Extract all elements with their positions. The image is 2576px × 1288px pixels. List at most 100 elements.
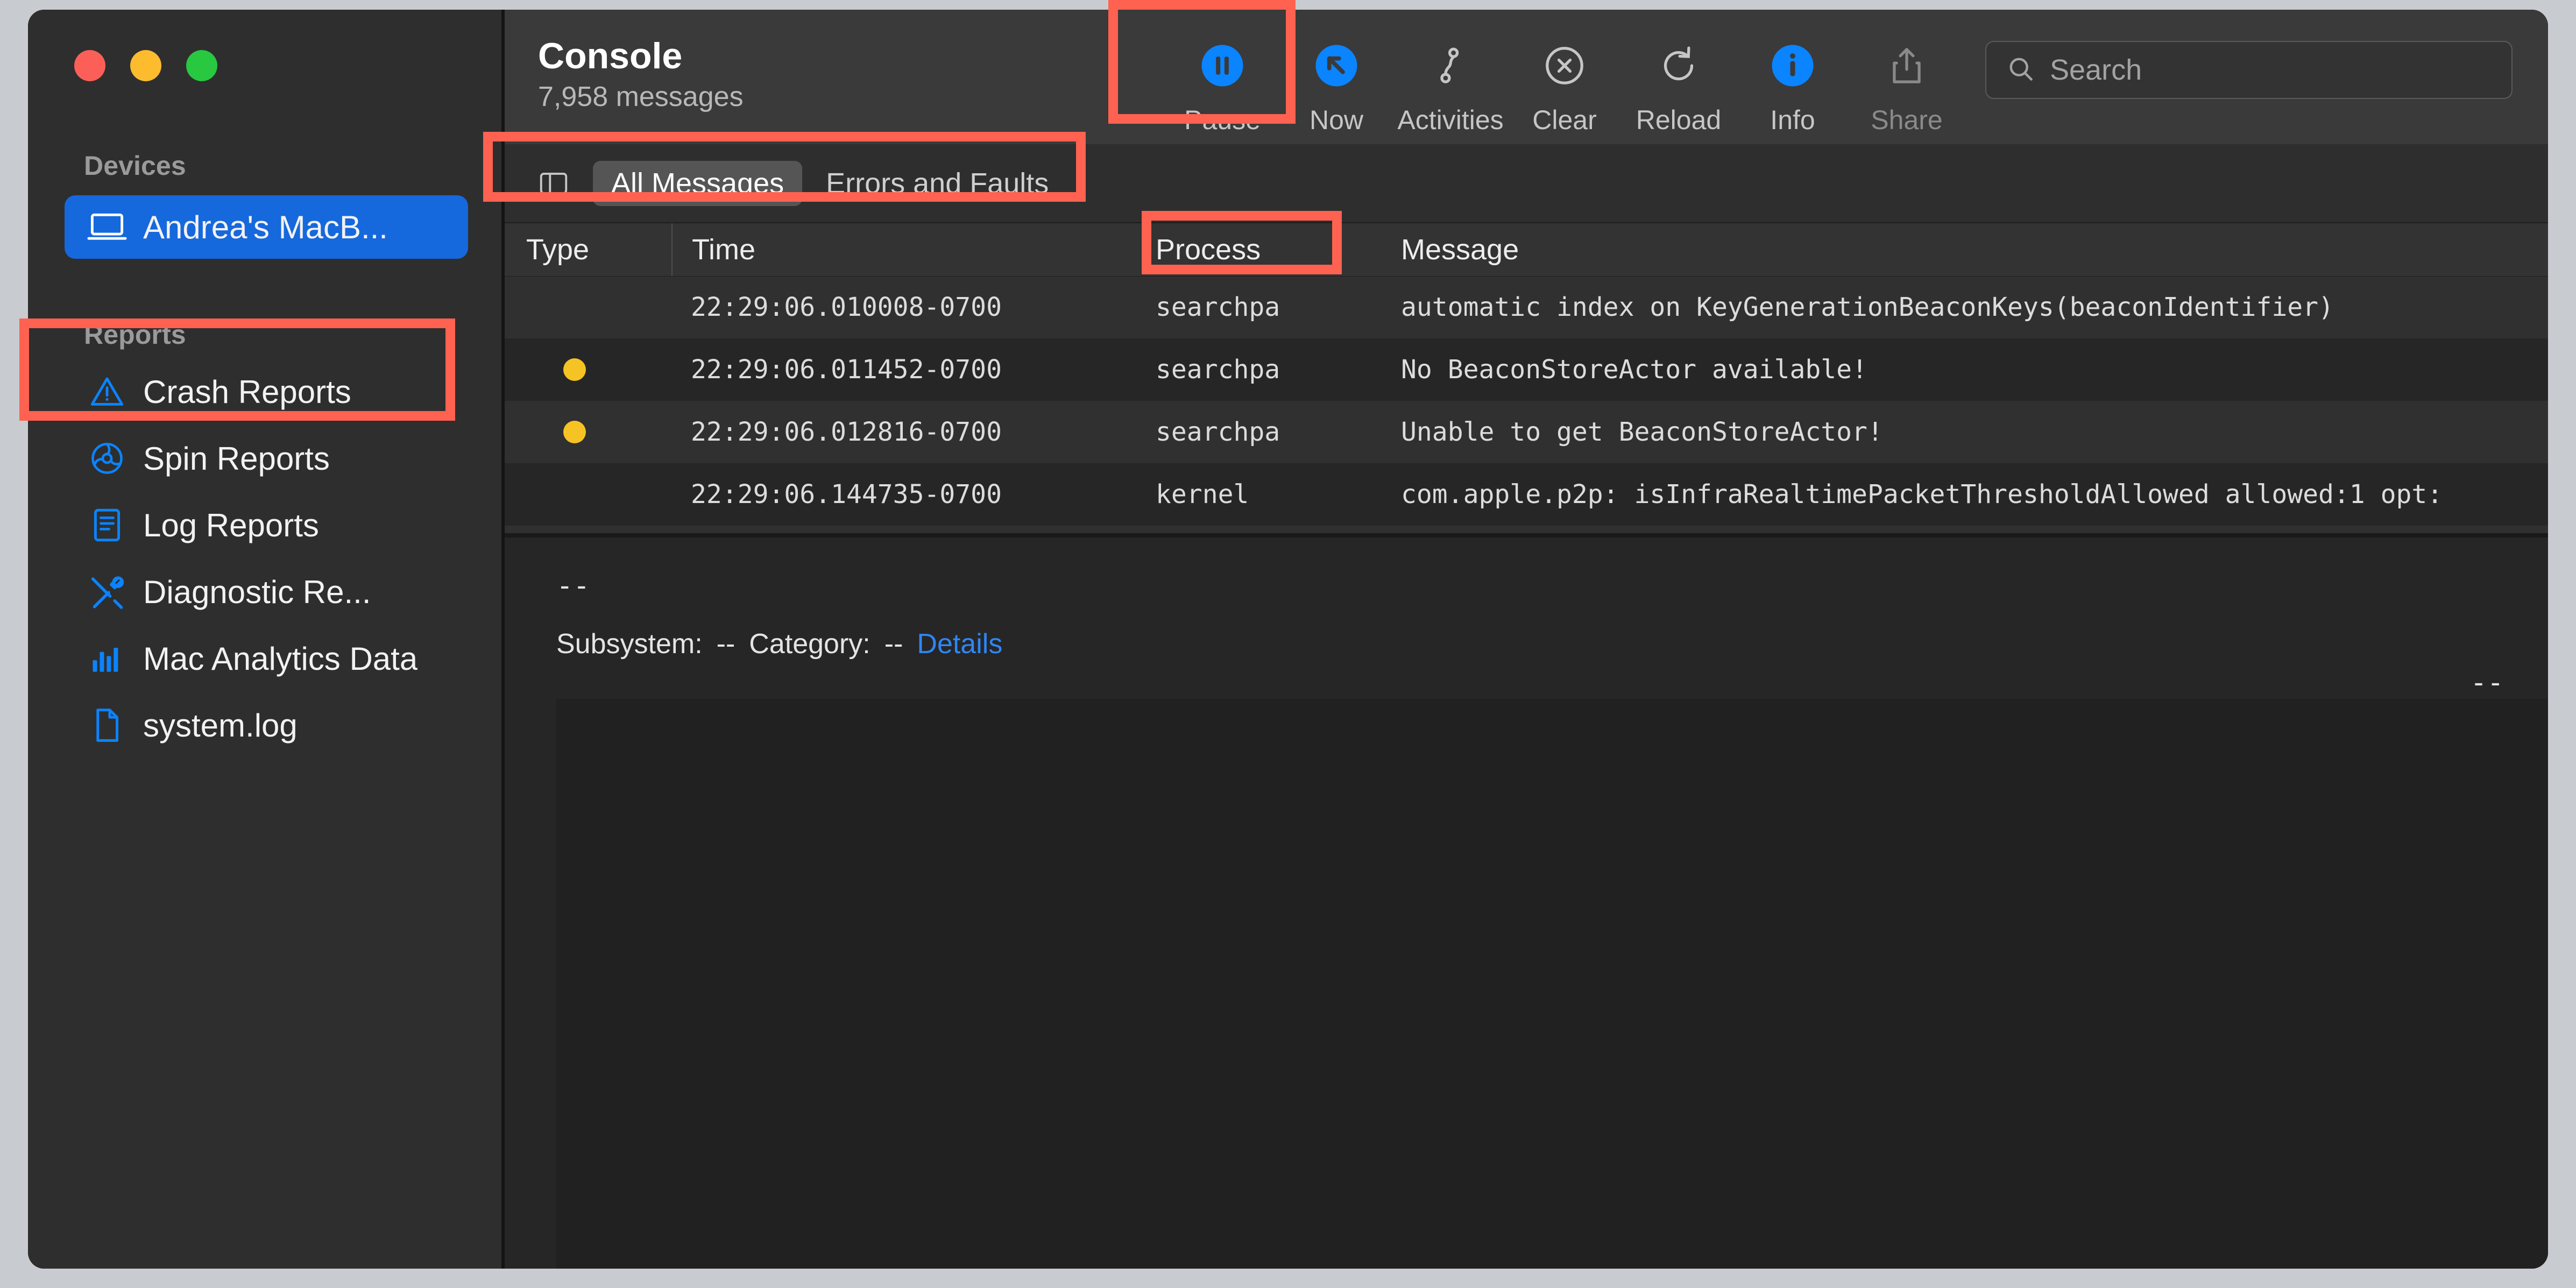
detail-details-link[interactable]: Details: [917, 628, 1002, 660]
search-wrap: Search: [1964, 10, 2548, 99]
sidebar-item-label: Andrea's MacB...: [143, 209, 388, 245]
table-row[interactable]: 22:29:06.144735-0700 kernel com.apple.p2…: [505, 463, 2548, 526]
sidebar-item-spin-reports[interactable]: Spin Reports: [65, 427, 468, 490]
detail-category-label: Category:: [749, 628, 871, 660]
row-time-cell: 22:29:06.144776-0700: [671, 526, 1156, 533]
main-content: Console 7,958 messages Pause Now Activit…: [505, 10, 2548, 1269]
row-type-cell: [505, 463, 671, 526]
sidebar: Devices Andrea's MacB... Reports Crash R…: [28, 10, 501, 1269]
close-button[interactable]: [74, 50, 105, 81]
type-indicator: [563, 296, 586, 319]
row-message-cell: com.apple.p2p: isInfraRealtimePacketThre…: [1401, 479, 2443, 509]
toolbar-button-activities[interactable]: Activities: [1393, 34, 1508, 136]
table-row[interactable]: 22:29:06.012816-0700 searchpa Unable to …: [505, 401, 2548, 463]
detail-right-value: --: [2470, 667, 2504, 699]
sidebar-item-label: Log Reports: [143, 507, 319, 543]
toolbar-button-share[interactable]: Share: [1850, 34, 1964, 136]
table-detail-divider[interactable]: [505, 533, 2548, 537]
toolbar-button-now[interactable]: Now: [1279, 34, 1393, 136]
sidebar-reports-list: Crash Reports Spin Reports Log Reports D…: [28, 360, 501, 757]
table-header-row: Type Time Process Message: [505, 223, 2548, 277]
sidebar-section-reports-label: Reports: [84, 320, 186, 350]
table-header-type[interactable]: Type: [505, 223, 671, 276]
type-indicator-warning: [563, 358, 586, 381]
pause-circle-icon: [1197, 40, 1248, 91]
sidebar-devices-list: Andrea's MacB...: [28, 195, 501, 259]
sidebar-panel-icon[interactable]: [532, 161, 576, 206]
table-header-process[interactable]: Process: [1156, 223, 1382, 276]
row-time-cell: 22:29:06.012816-0700: [691, 417, 1002, 447]
sidebar-item-label: Spin Reports: [143, 440, 330, 477]
row-message-cell: automatic index on KeyGenerationBeaconKe…: [1401, 292, 2334, 322]
row-time-cell: 22:29:06.144735-0700: [691, 479, 1002, 509]
sidebar-item-log-reports[interactable]: Log Reports: [65, 493, 468, 557]
sidebar-item-andreas-macbook[interactable]: Andrea's MacB...: [65, 195, 468, 259]
row-time-cell: 22:29:06.010008-0700: [691, 292, 1002, 322]
toolbar-buttons: Pause Now Activities Clear Reload Info S…: [1165, 10, 1964, 136]
warning-triangle-icon: [86, 371, 128, 413]
reload-icon: [1653, 40, 1704, 91]
table-header-message[interactable]: Message: [1382, 223, 2548, 276]
detail-message: --: [556, 570, 590, 602]
bar-chart-icon: [86, 638, 128, 680]
table-row[interactable]: 22:29:06.144776-0700 kernel com.apple.p2…: [505, 526, 2548, 533]
file-icon: [86, 704, 128, 746]
sidebar-item-label: Mac Analytics Data: [143, 640, 418, 677]
tools-icon: [86, 571, 128, 613]
row-message-cell: Unable to get BeaconStoreActor!: [1401, 417, 1883, 447]
title-block: Console 7,958 messages: [505, 10, 744, 113]
row-type-cell: [505, 401, 671, 463]
info-circle-icon: [1767, 40, 1818, 91]
toolbar-button-label: Info: [1770, 105, 1815, 135]
log-table: Type Time Process Message 22:29:06.01000…: [505, 223, 2548, 533]
row-type-cell: [505, 338, 671, 401]
toolbar-button-reload[interactable]: Reload: [1622, 34, 1736, 136]
filter-tab-all-messages[interactable]: All Messages: [593, 160, 803, 206]
detail-category-value: --: [884, 628, 903, 660]
activities-icon: [1425, 40, 1476, 91]
row-time-cell: 22:29:06.011452-0700: [691, 355, 1002, 385]
console-window: Devices Andrea's MacB... Reports Crash R…: [28, 10, 2548, 1269]
sidebar-item-label: Crash Reports: [143, 373, 351, 410]
toolbar-button-clear[interactable]: Clear: [1508, 34, 1622, 136]
table-row[interactable]: 22:29:06.010008-0700 searchpa automatic …: [505, 276, 2548, 338]
zoom-button[interactable]: [186, 50, 217, 81]
sidebar-item-label: Diagnostic Re...: [143, 574, 371, 610]
row-process-cell: kernel: [1156, 479, 1249, 509]
row-type-cell: [505, 276, 671, 338]
toolbar: Console 7,958 messages Pause Now Activit…: [505, 10, 2548, 144]
sidebar-item-system-log[interactable]: system.log: [65, 693, 468, 757]
sidebar-item-mac-analytics-data[interactable]: Mac Analytics Data: [65, 627, 468, 690]
detail-meta-row: Subsystem: -- Category: -- Details: [505, 628, 2548, 660]
table-row[interactable]: 22:29:06.011452-0700 searchpa No BeaconS…: [505, 338, 2548, 401]
filter-bar: All Messages Errors and Faults: [505, 144, 2548, 223]
search-input[interactable]: Search: [1985, 41, 2513, 99]
table-body[interactable]: 22:29:06.010008-0700 searchpa automatic …: [505, 276, 2548, 533]
row-process-cell: searchpa: [1156, 355, 1280, 385]
spinner-icon: [86, 437, 128, 479]
toolbar-button-label: Activities: [1397, 105, 1504, 135]
row-process-cell: searchpa: [1156, 417, 1280, 447]
row-message-cell: com.apple.p2p: currentInfraTrafficType:8…: [1382, 526, 2548, 533]
toolbar-button-label: Now: [1309, 105, 1364, 135]
toolbar-button-pause[interactable]: Pause: [1165, 34, 1279, 136]
window-controls: [28, 10, 501, 81]
row-process-cell: kernel: [1156, 526, 1382, 533]
share-icon: [1881, 40, 1933, 91]
detail-pane: -- Subsystem: -- Category: -- Details --: [505, 537, 2548, 1269]
sidebar-item-crash-reports[interactable]: Crash Reports: [65, 360, 468, 423]
row-type-cell: [505, 526, 671, 533]
sidebar-item-diagnostic-reports[interactable]: Diagnostic Re...: [65, 560, 468, 624]
search-placeholder: Search: [2050, 54, 2142, 86]
detail-subsystem-value: --: [716, 628, 735, 660]
filter-tab-errors-and-faults[interactable]: Errors and Faults: [808, 161, 1067, 206]
sidebar-section-devices-label: Devices: [84, 151, 186, 181]
toolbar-button-label: Pause: [1184, 105, 1261, 135]
clear-x-circle-icon: [1539, 40, 1590, 91]
sidebar-item-label: system.log: [143, 707, 298, 744]
toolbar-button-info[interactable]: Info: [1736, 34, 1850, 136]
minimize-button[interactable]: [130, 50, 161, 81]
table-header-time[interactable]: Time: [671, 223, 1156, 276]
toolbar-button-label: Share: [1871, 105, 1943, 135]
type-indicator-warning: [563, 421, 586, 443]
